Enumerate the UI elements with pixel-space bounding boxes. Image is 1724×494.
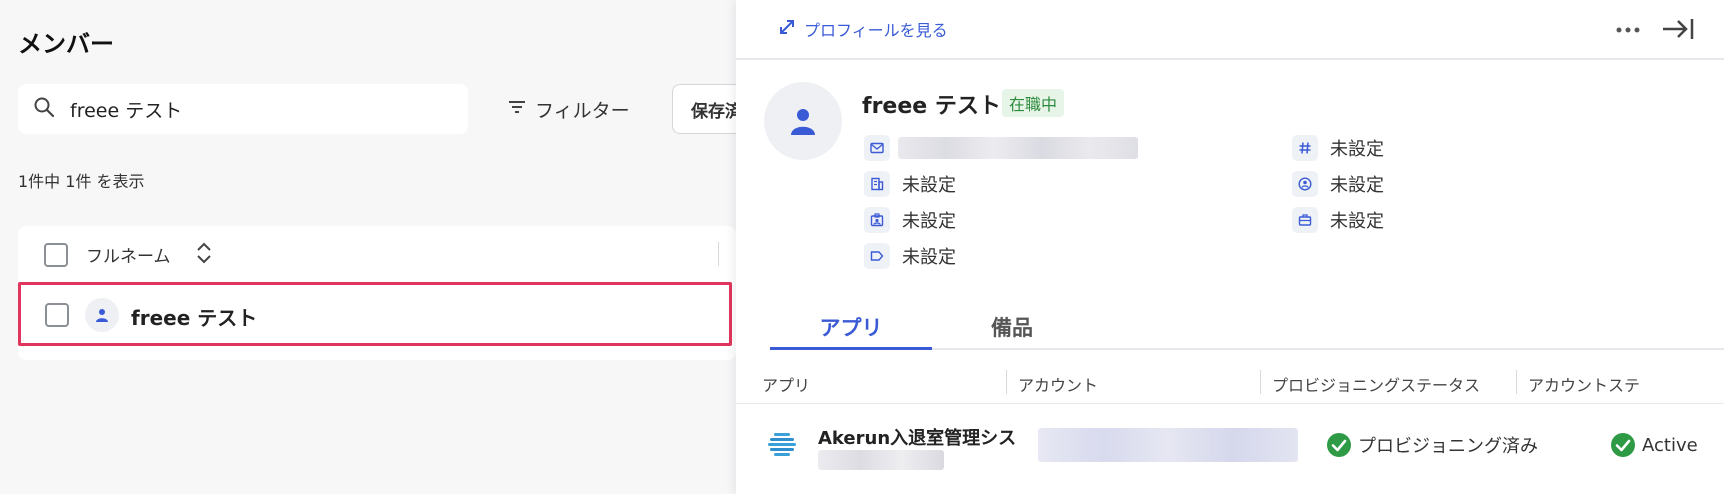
user-icon <box>791 109 815 135</box>
table-row[interactable]: freee テスト <box>18 282 732 346</box>
filter-button[interactable]: フィルター <box>505 94 630 124</box>
tab-apps[interactable]: アプリ <box>770 312 932 342</box>
status-badge: 在職中 <box>1002 89 1065 117</box>
check-circle-icon <box>1611 433 1635 457</box>
department-value: 未設定 <box>902 175 956 196</box>
row-checkbox[interactable] <box>45 303 69 327</box>
column-header-fullname[interactable]: フルネーム <box>86 242 171 267</box>
view-profile-link[interactable]: プロフィールを見る <box>776 16 948 42</box>
member-table: フルネーム freee テスト <box>18 226 736 360</box>
mail-icon <box>864 135 890 161</box>
tab-equipment[interactable]: 備品 <box>932 312 1092 342</box>
redacted-email <box>898 137 1138 159</box>
redacted-app-detail <box>818 450 944 470</box>
collapse-panel-icon[interactable] <box>1660 14 1696 44</box>
account-status-label: Active <box>1642 434 1698 456</box>
column-divider[interactable] <box>718 242 719 266</box>
search-value: freee テスト <box>70 99 183 122</box>
email-field <box>864 134 1138 162</box>
redacted-account <box>1038 428 1298 462</box>
provisioning-status: プロビジョニング済み <box>1326 432 1538 458</box>
panel-toolbar: プロフィールを見る <box>736 0 1724 60</box>
filter-label: フィルター <box>535 99 630 122</box>
tag-field: 未設定 <box>864 242 956 270</box>
column-header-provisioning[interactable]: プロビジョニングステータス <box>1272 372 1480 396</box>
employment-type-field: 未設定 <box>1292 170 1384 198</box>
department-field: 未設定 <box>864 170 956 198</box>
position-field: 未設定 <box>1292 206 1384 234</box>
search-input[interactable]: freee テスト <box>18 84 468 134</box>
search-icon <box>32 95 56 123</box>
apps-table-header: アプリ アカウント プロビジョニングステータス アカウントステ <box>736 360 1724 404</box>
number-field: 未設定 <box>1292 134 1384 162</box>
briefcase-icon <box>1292 207 1318 233</box>
account-status: Active <box>1610 432 1698 458</box>
filter-icon <box>505 95 535 124</box>
result-count: 1件中 1件 を表示 <box>18 172 145 191</box>
number-value: 未設定 <box>1330 139 1384 160</box>
provisioning-status-label: プロビジョニング済み <box>1358 436 1538 457</box>
column-header-account-status[interactable]: アカウントステ <box>1528 372 1640 396</box>
tag-value: 未設定 <box>902 247 956 268</box>
user-icon <box>96 309 108 322</box>
sort-icon[interactable] <box>194 240 214 266</box>
column-divider[interactable] <box>1260 370 1261 394</box>
column-divider[interactable] <box>1006 370 1007 394</box>
position-value: 未設定 <box>1330 211 1384 232</box>
saved-filters-label: 保存済 <box>691 101 742 122</box>
select-all-checkbox[interactable] <box>44 243 68 267</box>
avatar <box>764 82 842 160</box>
member-name-cell[interactable]: freee テスト <box>131 302 257 331</box>
employee-id-field: 未設定 <box>864 206 956 234</box>
hash-icon <box>1292 135 1318 161</box>
column-header-app[interactable]: アプリ <box>762 372 810 396</box>
view-profile-label: プロフィールを見る <box>804 21 948 40</box>
member-list-pane: メンバー freee テスト フィルター 保存済 1件中 1件 を表示 フルネー… <box>0 0 792 494</box>
more-options-icon[interactable] <box>1614 22 1642 38</box>
akerun-app-icon <box>766 428 800 462</box>
tag-icon <box>864 243 890 269</box>
check-circle-icon <box>1327 433 1351 457</box>
page-title: メンバー <box>18 30 114 58</box>
app-name[interactable]: Akerun入退室管理シス <box>818 424 1016 450</box>
member-name: freee テスト <box>862 94 1001 119</box>
user-circle-icon <box>1292 171 1318 197</box>
building-icon <box>864 171 890 197</box>
avatar <box>85 298 119 332</box>
detail-tabs: アプリ 備品 <box>770 304 1724 350</box>
id-badge-icon <box>864 207 890 233</box>
employment-type-value: 未設定 <box>1330 175 1384 196</box>
table-row[interactable]: Akerun入退室管理シス プロビジョニング済み Active <box>736 404 1724 494</box>
column-divider[interactable] <box>1516 370 1517 394</box>
active-tab-indicator <box>770 347 932 350</box>
column-header-account[interactable]: アカウント <box>1018 372 1098 396</box>
expand-icon <box>776 16 804 42</box>
employee-id-value: 未設定 <box>902 211 956 232</box>
member-detail-panel: プロフィールを見る freee テスト 在職中 未設定 未設定 未設定 未設定 … <box>736 0 1724 494</box>
table-header: フルネーム <box>18 226 736 282</box>
